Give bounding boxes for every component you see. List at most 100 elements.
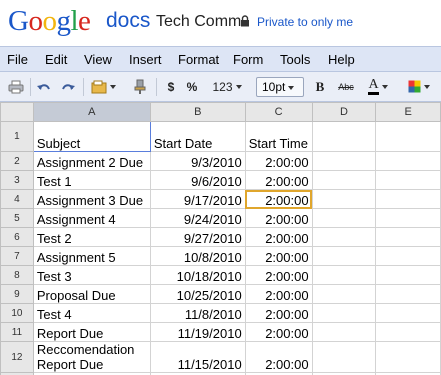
cell-d3[interactable] xyxy=(311,170,377,190)
cell-e3[interactable] xyxy=(375,170,441,190)
cell-b3[interactable]: 9/6/2010 xyxy=(149,170,246,190)
cell-c7[interactable]: 2:00:00 xyxy=(244,246,313,266)
cell-a10[interactable]: Test 4 xyxy=(32,303,151,323)
cell-b7[interactable]: 10/8/2010 xyxy=(149,246,246,266)
row-header[interactable]: 12 xyxy=(0,341,34,373)
cell-c2[interactable]: 2:00:00 xyxy=(244,151,313,171)
cell-b6[interactable]: 9/27/2010 xyxy=(149,227,246,247)
menu-insert[interactable]: Insert xyxy=(129,52,162,67)
row-header[interactable]: 3 xyxy=(0,170,34,190)
redo-button[interactable] xyxy=(58,77,78,96)
row-header[interactable]: 2 xyxy=(0,151,34,171)
cell-a5[interactable]: Assignment 4 xyxy=(32,208,151,228)
cell-d11[interactable] xyxy=(311,322,377,342)
menu-format[interactable]: Format xyxy=(178,52,219,67)
cell-d10[interactable] xyxy=(311,303,377,323)
column-header-c[interactable]: C xyxy=(244,102,313,122)
cell-a1[interactable]: Subject xyxy=(32,121,151,152)
undo-button[interactable] xyxy=(34,77,54,96)
cell-a11[interactable]: Report Due xyxy=(32,322,151,342)
row-header[interactable]: 6 xyxy=(0,227,34,247)
cell-c4[interactable]: 2:00:00 xyxy=(244,189,313,209)
row-header[interactable]: 1 xyxy=(0,121,34,152)
cell-a4[interactable]: Assignment 3 Due xyxy=(32,189,151,209)
text-color-button[interactable]: A xyxy=(363,77,393,96)
row-header[interactable]: 10 xyxy=(0,303,34,323)
cell-e1[interactable] xyxy=(375,121,441,152)
borders-button[interactable] xyxy=(404,77,434,96)
cell-c11[interactable]: 2:00:00 xyxy=(244,322,313,342)
cell-d4[interactable] xyxy=(311,189,377,209)
cell-d9[interactable] xyxy=(311,284,377,304)
document-title[interactable]: Tech Comm xyxy=(156,13,241,31)
print-button[interactable] xyxy=(6,77,26,96)
row-header[interactable]: 4 xyxy=(0,189,34,209)
cell-b11[interactable]: 11/19/2010 xyxy=(149,322,246,342)
cell-c3[interactable]: 2:00:00 xyxy=(244,170,313,190)
cell-c5[interactable]: 2:00:00 xyxy=(244,208,313,228)
row-header[interactable]: 8 xyxy=(0,265,34,285)
cell-a12[interactable]: Reccomendation Report Due xyxy=(32,341,151,373)
column-header-b[interactable]: B xyxy=(149,102,246,122)
cell-e9[interactable] xyxy=(375,284,441,304)
column-header-a[interactable]: A xyxy=(32,102,151,122)
cell-d1[interactable] xyxy=(311,121,377,152)
cell-b10[interactable]: 11/8/2010 xyxy=(149,303,246,323)
cell-a2[interactable]: Assignment 2 Due xyxy=(32,151,151,171)
sharing-status-link[interactable]: Private to only me xyxy=(257,15,353,29)
menu-help[interactable]: Help xyxy=(328,52,355,67)
currency-format-button[interactable]: $ xyxy=(163,77,179,96)
cell-b4[interactable]: 9/17/2010 xyxy=(149,189,246,209)
cell-d5[interactable] xyxy=(311,208,377,228)
menu-edit[interactable]: Edit xyxy=(45,52,67,67)
cell-b1[interactable]: Start Date xyxy=(149,121,246,152)
cell-d12[interactable] xyxy=(311,341,377,373)
cell-e4[interactable] xyxy=(375,189,441,209)
cell-a8[interactable]: Test 3 xyxy=(32,265,151,285)
row-header[interactable]: 9 xyxy=(0,284,34,304)
cell-c6[interactable]: 2:00:00 xyxy=(244,227,313,247)
cell-e10[interactable] xyxy=(375,303,441,323)
cell-e5[interactable] xyxy=(375,208,441,228)
cell-a6[interactable]: Test 2 xyxy=(32,227,151,247)
cell-a9[interactable]: Proposal Due xyxy=(32,284,151,304)
cell-e12[interactable] xyxy=(375,341,441,373)
cell-d6[interactable] xyxy=(311,227,377,247)
cell-b12[interactable]: 11/15/2010 xyxy=(149,341,246,373)
cell-e11[interactable] xyxy=(375,322,441,342)
menu-tools[interactable]: Tools xyxy=(280,52,310,67)
cell-c12[interactable]: 2:00:00 xyxy=(244,341,313,373)
cell-d2[interactable] xyxy=(311,151,377,171)
strikethrough-button[interactable]: Abc xyxy=(334,77,358,96)
cell-e2[interactable] xyxy=(375,151,441,171)
column-header-d[interactable]: D xyxy=(311,102,377,122)
cell-e6[interactable] xyxy=(375,227,441,247)
cell-d8[interactable] xyxy=(311,265,377,285)
cell-e7[interactable] xyxy=(375,246,441,266)
menu-file[interactable]: File xyxy=(7,52,28,67)
cell-b2[interactable]: 9/3/2010 xyxy=(149,151,246,171)
cell-b8[interactable]: 10/18/2010 xyxy=(149,265,246,285)
percent-format-button[interactable]: % xyxy=(183,77,201,96)
cell-b9[interactable]: 10/25/2010 xyxy=(149,284,246,304)
paint-format-button[interactable] xyxy=(130,77,150,96)
save-menu-button[interactable] xyxy=(88,77,118,96)
cell-c8[interactable]: 2:00:00 xyxy=(244,265,313,285)
cell-d7[interactable] xyxy=(311,246,377,266)
row-header[interactable]: 7 xyxy=(0,246,34,266)
menu-view[interactable]: View xyxy=(84,52,112,67)
google-logo[interactable]: Google xyxy=(8,4,91,38)
cell-e8[interactable] xyxy=(375,265,441,285)
cell-a7[interactable]: Assignment 5 xyxy=(32,246,151,266)
row-header[interactable]: 11 xyxy=(0,322,34,342)
number-format-button[interactable]: 123 xyxy=(206,77,248,96)
cell-a3[interactable]: Test 1 xyxy=(32,170,151,190)
cell-c10[interactable]: 2:00:00 xyxy=(244,303,313,323)
menu-form[interactable]: Form xyxy=(233,52,263,67)
cell-c1[interactable]: Start Time xyxy=(244,121,313,152)
row-header[interactable]: 5 xyxy=(0,208,34,228)
bold-button[interactable]: B xyxy=(312,77,328,96)
cell-c9[interactable]: 2:00:00 xyxy=(244,284,313,304)
select-all-corner[interactable] xyxy=(0,102,34,122)
column-header-e[interactable]: E xyxy=(375,102,441,122)
